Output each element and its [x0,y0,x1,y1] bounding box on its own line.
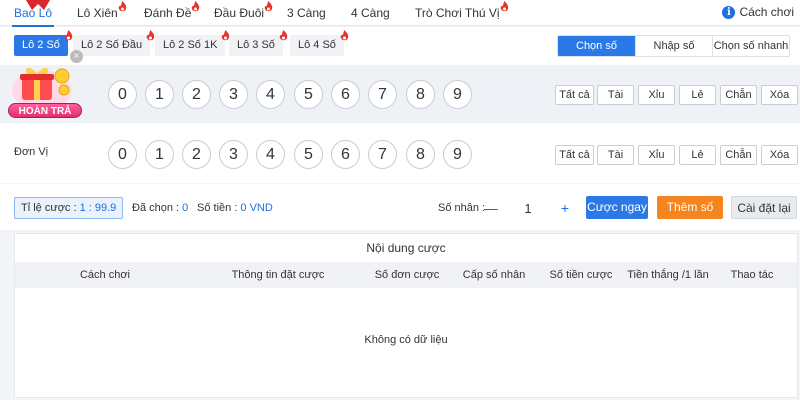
hot-fire-icon [64,30,73,41]
digit-ball[interactable]: 0 [108,80,137,109]
multiplier-stepper: — 1 + [480,197,576,219]
select-le-button[interactable]: Lẻ [679,145,716,165]
reset-button[interactable]: Cài đặt lại [731,196,797,219]
decrease-button[interactable]: — [480,200,502,216]
odds-value: 1 : 99.9 [79,202,117,214]
mode-choose-number-button[interactable]: Chọn số [558,36,635,56]
digit-ball[interactable]: 8 [406,140,435,169]
tab-lo-xien[interactable]: Lô Xiên [77,1,126,20]
subtab-lo-2-so-1k[interactable]: Lô 2 Số 1K [155,30,230,56]
select-le-button[interactable]: Lẻ [679,85,716,105]
sub-tab-bar: Lô 2 Số Lô 2 Số Đầu Lô 2 Số 1K Lô 3 Số L… [0,27,800,65]
clear-button[interactable]: Xóa [761,145,798,165]
column-header: Cấp số nhân [462,269,526,281]
subtab-lo-3-so[interactable]: Lô 3 Số [229,30,288,56]
digit-ball[interactable]: 5 [294,80,323,109]
tab-4-cang[interactable]: 4 Càng [351,6,390,20]
column-header: Số tiền cược [549,269,613,281]
multiplier-label: Số nhân : [438,202,486,214]
select-xiu-button[interactable]: Xỉu [638,145,675,165]
hot-fire-icon [118,1,126,12]
digit-ball[interactable]: 1 [145,140,174,169]
selection-mode-group: Chọn số Nhập số Chọn số nhanh [557,35,790,57]
refund-badge[interactable]: HOÀN TRẢ [8,103,82,118]
digit-ball[interactable]: 1 [145,80,174,109]
select-tai-button[interactable]: Tài [597,145,634,165]
clear-button[interactable]: Xóa [761,85,798,105]
digit-ball[interactable]: 6 [331,140,360,169]
select-chan-button[interactable]: Chẵn [720,145,757,165]
digit-ball[interactable]: 4 [256,140,285,169]
hot-fire-icon [340,30,349,41]
tab-dau-duoi[interactable]: Đầu Đuôi [214,1,273,20]
number-row-2: Đơn Vị 0 1 2 3 4 5 6 7 8 9 Tất cả Tài Xỉ… [0,125,800,183]
select-xiu-button[interactable]: Xỉu [638,85,675,105]
digit-ball[interactable]: 9 [443,140,472,169]
multiplier-input[interactable]: 1 [502,201,554,216]
mode-enter-number-button[interactable]: Nhập số [635,36,712,56]
digit-ball[interactable]: 6 [331,80,360,109]
subtab-lo-2-so-dau[interactable]: Lô 2 Số Đầu [73,30,155,56]
column-header: Cách chơi [79,269,131,281]
digit-ball[interactable]: 2 [182,80,211,109]
total-amount: Số tiền : 0 VND [197,202,273,214]
digit-ball[interactable]: 5 [294,140,323,169]
hot-fire-icon [500,1,508,12]
tab-bao-lo[interactable]: Bao Lô [11,6,55,27]
subtab-lo-4-so[interactable]: Lô 4 Số [290,30,349,56]
chosen-count: Đã chọn : 0 [132,202,189,214]
bet-content-table: Nội dung cược Cách chơi Thông tin đặt cư… [14,233,798,398]
digit-ball[interactable]: 3 [219,140,248,169]
close-promo-button[interactable]: × [70,50,83,63]
select-all-button[interactable]: Tất cả [555,145,594,165]
digit-ball[interactable]: 7 [368,140,397,169]
hot-fire-icon [264,1,273,12]
add-number-button[interactable]: Thêm số [657,196,723,219]
column-header: Thông tin đặt cược [231,269,325,281]
number-row-1: 0 1 2 3 4 5 6 7 8 9 Tất cả Tài Xỉu Lẻ Ch… [0,65,800,123]
digit-ball[interactable]: 8 [406,80,435,109]
column-header: Thao tác [730,269,774,281]
info-icon: i [722,5,736,19]
select-tai-button[interactable]: Tài [597,85,634,105]
hot-fire-icon [192,1,200,12]
hot-fire-icon [146,30,155,41]
digit-ball[interactable]: 3 [219,80,248,109]
table-header: Cách chơi Thông tin đặt cược Số đơn cược… [15,262,797,288]
bet-now-button[interactable]: Cược ngay [586,196,648,219]
hot-fire-icon [279,30,288,41]
how-to-play-link[interactable]: i Cách chơi [722,5,794,19]
select-chan-button[interactable]: Chẵn [720,85,757,105]
tab-3-cang[interactable]: 3 Càng [287,6,326,20]
digit-ball[interactable]: 9 [443,80,472,109]
column-header: Số đơn cược [374,269,440,281]
table-title: Nội dung cược [366,241,446,255]
subtab-lo-2-so[interactable]: Lô 2 Số [14,30,73,56]
tab-danh-de[interactable]: Đánh Đề [144,1,200,20]
column-header: Tiền thắng /1 lần [627,269,709,281]
mode-quick-pick-button[interactable]: Chọn số nhanh [712,36,789,56]
digit-ball[interactable]: 0 [108,140,137,169]
odds-box: Tỉ lệ cược : 1 : 99.9 [14,197,124,219]
digit-ball[interactable]: 2 [182,140,211,169]
bet-control-bar: Tỉ lệ cược : 1 : 99.9 Đã chọn : 0 Số tiề… [0,184,800,230]
row-label-don-vi: Đơn Vị [14,146,49,158]
select-all-button[interactable]: Tất cả [555,85,594,105]
tab-tro-choi-thu-vi[interactable]: Trò Chơi Thú Vị [415,1,508,20]
top-tab-bar: Bao Lô Lô Xiên Đánh Đề Đầu Đuôi 3 Càng 4… [0,0,800,27]
digit-ball[interactable]: 7 [368,80,397,109]
increase-button[interactable]: + [554,200,576,216]
digit-ball[interactable]: 4 [256,80,285,109]
empty-state-text: Không có dữ liệu [364,334,448,346]
